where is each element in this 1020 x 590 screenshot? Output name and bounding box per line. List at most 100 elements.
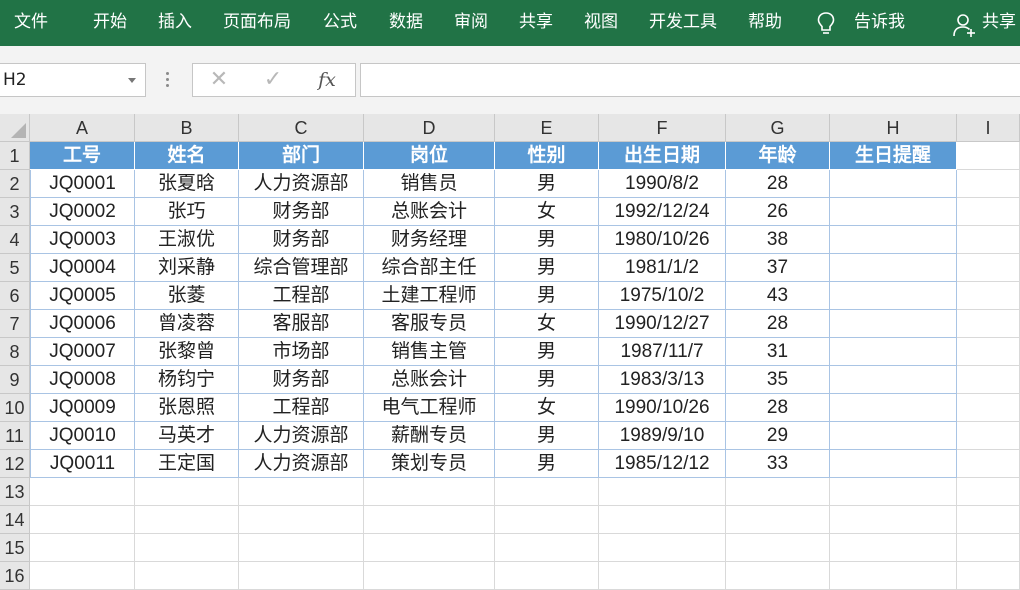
table-cell[interactable]: 1990/12/27: [599, 310, 726, 338]
table-cell[interactable]: [830, 422, 957, 450]
table-cell[interactable]: 男: [495, 226, 599, 254]
table-cell[interactable]: 28: [726, 310, 830, 338]
tab-view[interactable]: 视图: [584, 0, 618, 46]
cell-i11[interactable]: [957, 422, 1020, 450]
row-header-6[interactable]: 6: [0, 282, 30, 310]
table-cell[interactable]: 1975/10/2: [599, 282, 726, 310]
table-cell[interactable]: 女: [495, 198, 599, 226]
table-cell[interactable]: 26: [726, 198, 830, 226]
cell-e13[interactable]: [495, 478, 599, 506]
table-cell[interactable]: 31: [726, 338, 830, 366]
table-cell[interactable]: 策划专员: [364, 450, 495, 478]
cell-f16[interactable]: [599, 562, 726, 590]
table-cell[interactable]: 37: [726, 254, 830, 282]
cell-h13[interactable]: [830, 478, 957, 506]
table-cell[interactable]: [830, 170, 957, 198]
cell-c16[interactable]: [239, 562, 364, 590]
table-cell[interactable]: [830, 366, 957, 394]
drag-handle-icon[interactable]: [163, 72, 171, 88]
table-cell[interactable]: 1992/12/24: [599, 198, 726, 226]
cell-g15[interactable]: [726, 534, 830, 562]
column-header-h[interactable]: H: [830, 114, 957, 142]
cell-d13[interactable]: [364, 478, 495, 506]
row-header-4[interactable]: 4: [0, 226, 30, 254]
cell-h14[interactable]: [830, 506, 957, 534]
cell-c14[interactable]: [239, 506, 364, 534]
table-cell[interactable]: 张黎曾: [135, 338, 239, 366]
cancel-icon[interactable]: ✕: [199, 64, 239, 96]
row-header-10[interactable]: 10: [0, 394, 30, 422]
tab-home[interactable]: 开始: [93, 0, 127, 46]
table-cell[interactable]: JQ0008: [30, 366, 135, 394]
table-cell[interactable]: 张夏晗: [135, 170, 239, 198]
table-cell[interactable]: 女: [495, 310, 599, 338]
table-cell[interactable]: 王定国: [135, 450, 239, 478]
table-cell[interactable]: 马英才: [135, 422, 239, 450]
table-cell[interactable]: 1990/8/2: [599, 170, 726, 198]
table-cell[interactable]: 张菱: [135, 282, 239, 310]
table-cell[interactable]: [830, 282, 957, 310]
table-cell[interactable]: 38: [726, 226, 830, 254]
table-cell[interactable]: 人力资源部: [239, 450, 364, 478]
table-cell[interactable]: 男: [495, 450, 599, 478]
table-cell[interactable]: 1983/3/13: [599, 366, 726, 394]
row-header-1[interactable]: 1: [0, 142, 30, 170]
table-header-cell[interactable]: 部门: [239, 142, 364, 170]
check-icon[interactable]: ✓: [253, 64, 293, 96]
cell-f15[interactable]: [599, 534, 726, 562]
table-cell[interactable]: 43: [726, 282, 830, 310]
table-cell[interactable]: 张恩照: [135, 394, 239, 422]
row-header-7[interactable]: 7: [0, 310, 30, 338]
cell-h15[interactable]: [830, 534, 957, 562]
formula-input[interactable]: [360, 63, 1020, 97]
table-header-cell[interactable]: 出生日期: [599, 142, 726, 170]
cell-g13[interactable]: [726, 478, 830, 506]
row-header-5[interactable]: 5: [0, 254, 30, 282]
table-header-cell[interactable]: 性别: [495, 142, 599, 170]
cell-a13[interactable]: [30, 478, 135, 506]
cell-i5[interactable]: [957, 254, 1020, 282]
table-cell[interactable]: JQ0001: [30, 170, 135, 198]
table-cell[interactable]: 1981/1/2: [599, 254, 726, 282]
table-cell[interactable]: 财务经理: [364, 226, 495, 254]
table-cell[interactable]: [830, 310, 957, 338]
table-cell[interactable]: 男: [495, 170, 599, 198]
cell-i16[interactable]: [957, 562, 1020, 590]
row-header-8[interactable]: 8: [0, 338, 30, 366]
table-cell[interactable]: JQ0009: [30, 394, 135, 422]
row-header-13[interactable]: 13: [0, 478, 30, 506]
share-button[interactable]: 共享: [982, 0, 1016, 46]
row-header-14[interactable]: 14: [0, 506, 30, 534]
table-cell[interactable]: [830, 254, 957, 282]
tab-formulas[interactable]: 公式: [323, 0, 357, 46]
cell-a14[interactable]: [30, 506, 135, 534]
column-header-c[interactable]: C: [239, 114, 364, 142]
table-cell[interactable]: 销售主管: [364, 338, 495, 366]
cell-c13[interactable]: [239, 478, 364, 506]
cell-b16[interactable]: [135, 562, 239, 590]
table-cell[interactable]: 男: [495, 282, 599, 310]
table-cell[interactable]: 人力资源部: [239, 170, 364, 198]
tab-page-layout[interactable]: 页面布局: [223, 0, 291, 46]
table-cell[interactable]: 张巧: [135, 198, 239, 226]
person-icon[interactable]: [952, 12, 976, 38]
cell-i2[interactable]: [957, 170, 1020, 198]
cell-b15[interactable]: [135, 534, 239, 562]
table-header-cell[interactable]: 工号: [30, 142, 135, 170]
tell-me-box[interactable]: 告诉我: [854, 0, 905, 46]
table-cell[interactable]: JQ0003: [30, 226, 135, 254]
table-cell[interactable]: 土建工程师: [364, 282, 495, 310]
table-cell[interactable]: 男: [495, 254, 599, 282]
table-cell[interactable]: 市场部: [239, 338, 364, 366]
row-header-11[interactable]: 11: [0, 422, 30, 450]
table-header-cell[interactable]: 岗位: [364, 142, 495, 170]
table-cell[interactable]: 电气工程师: [364, 394, 495, 422]
table-header-cell[interactable]: 生日提醒: [830, 142, 957, 170]
table-cell[interactable]: 男: [495, 338, 599, 366]
table-cell[interactable]: 1985/12/12: [599, 450, 726, 478]
table-cell[interactable]: [830, 338, 957, 366]
tab-data[interactable]: 数据: [389, 0, 423, 46]
table-cell[interactable]: 总账会计: [364, 366, 495, 394]
table-cell[interactable]: JQ0005: [30, 282, 135, 310]
table-cell[interactable]: [830, 226, 957, 254]
